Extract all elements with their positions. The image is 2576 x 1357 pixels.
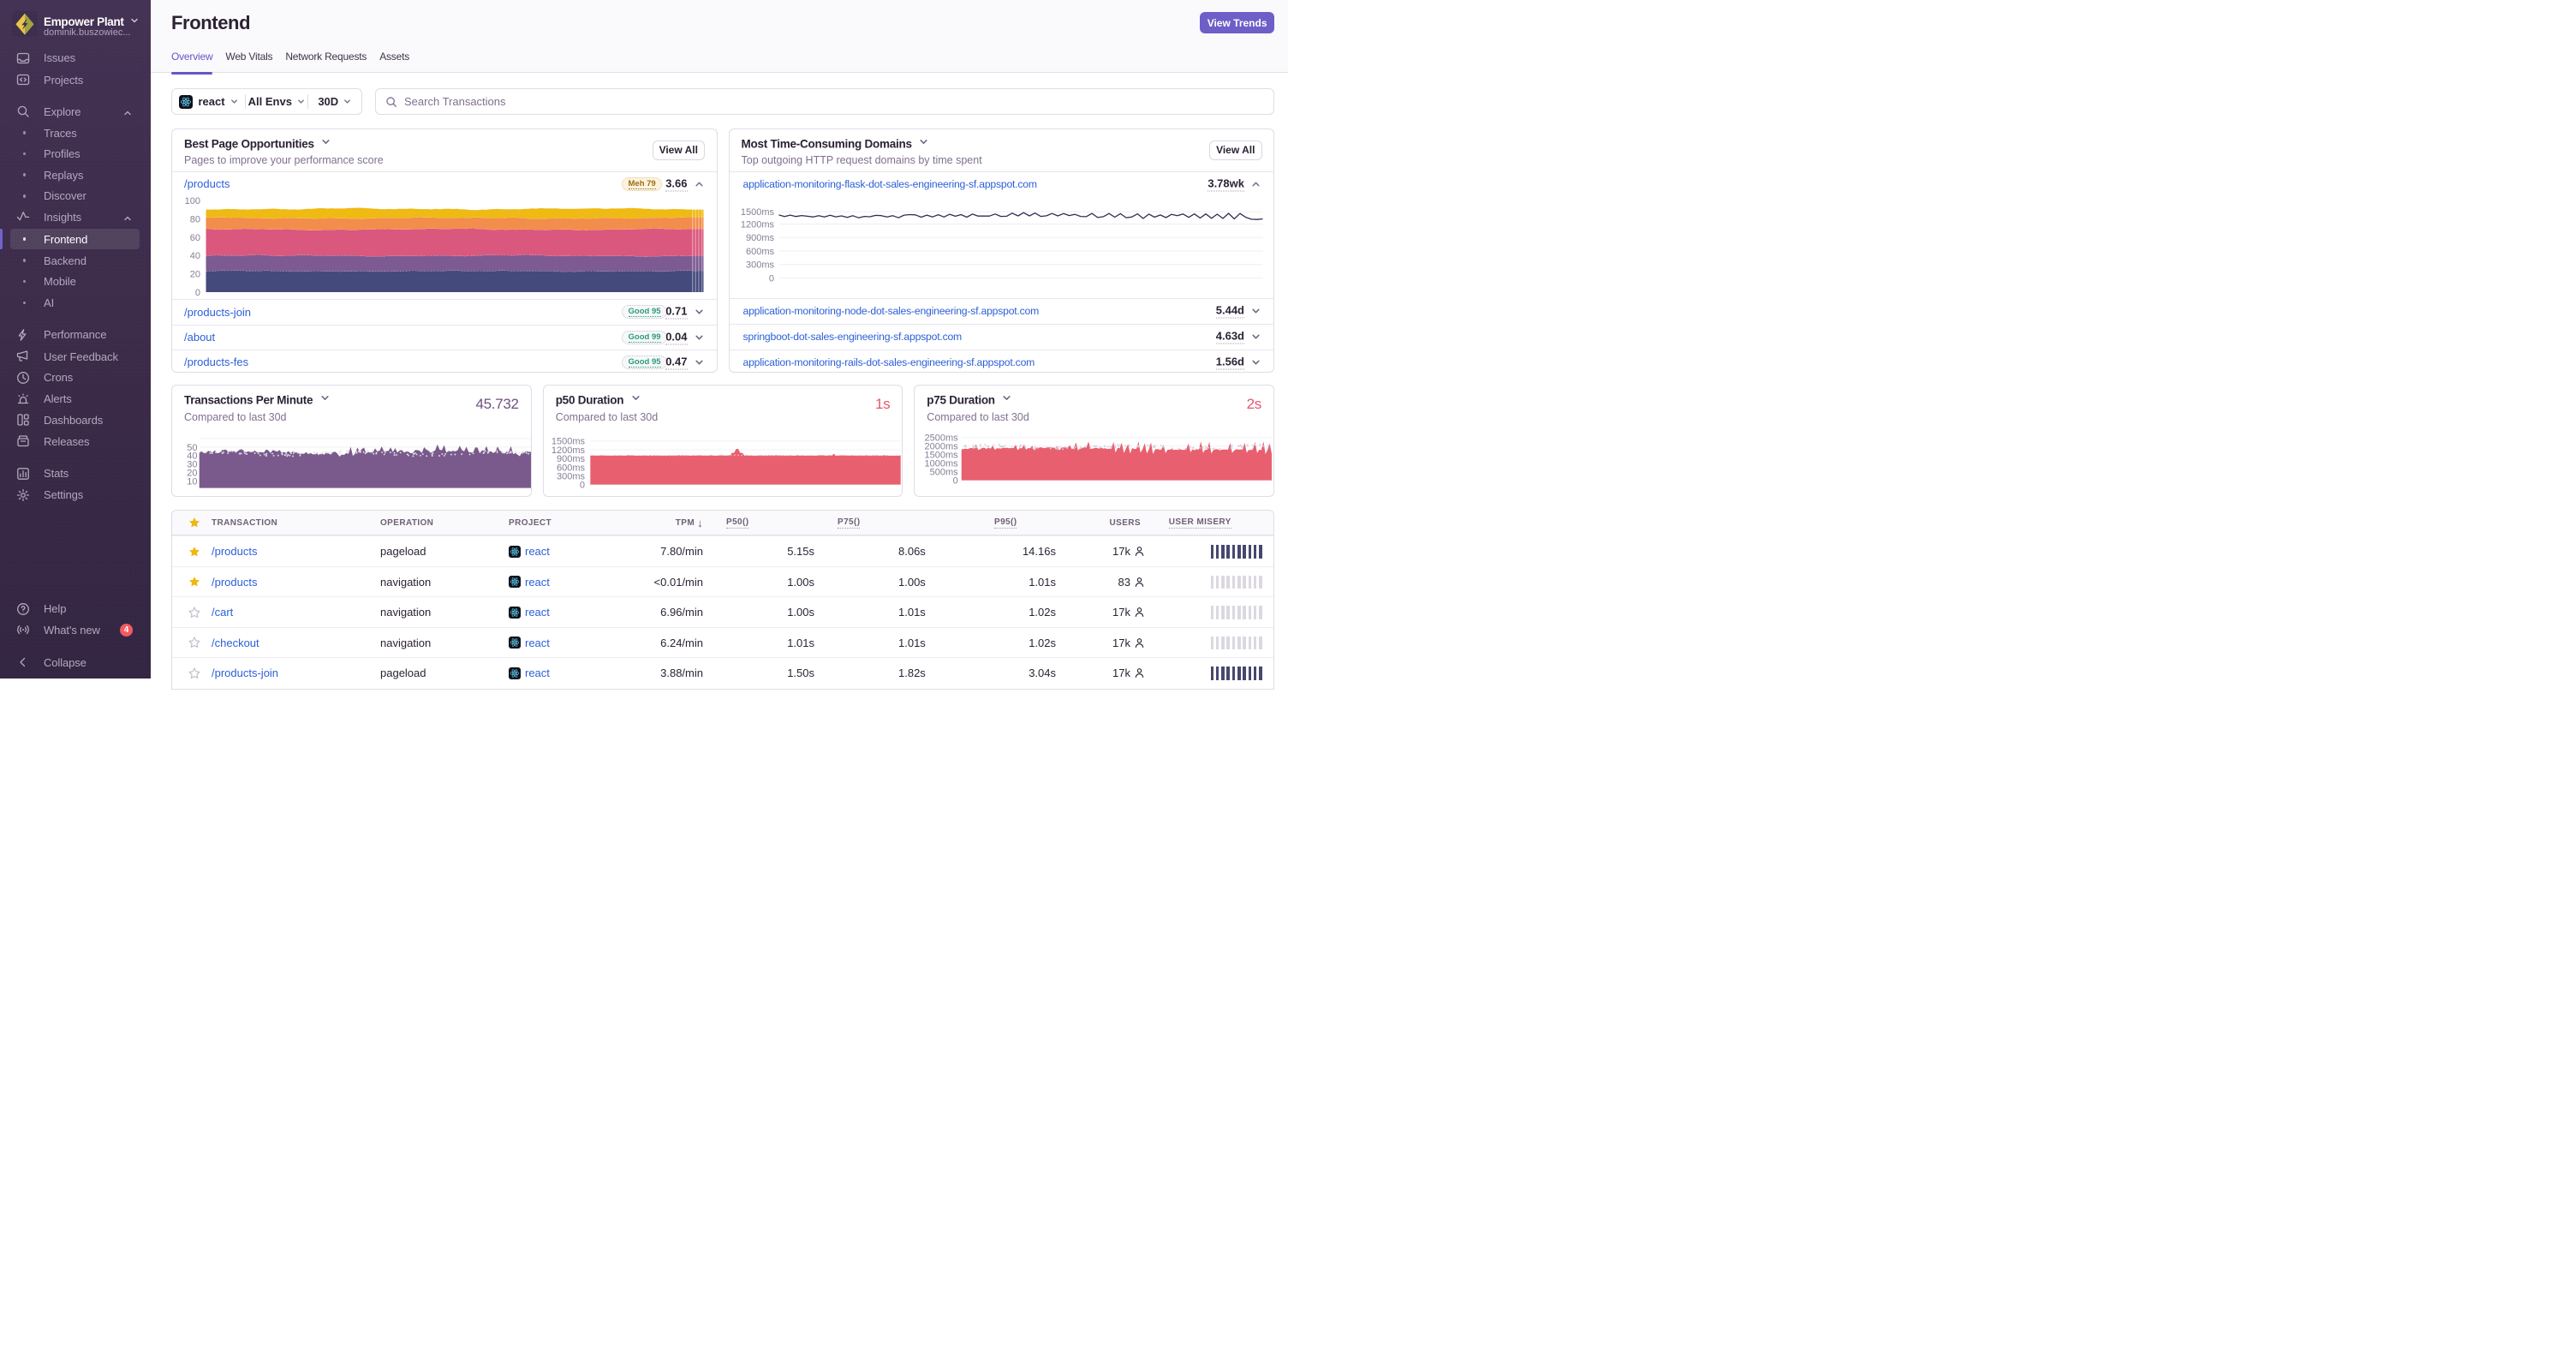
svg-text:0: 0 <box>768 273 773 284</box>
svg-text:10: 10 <box>187 477 197 487</box>
svg-text:1200ms: 1200ms <box>740 219 774 230</box>
svg-text:600ms: 600ms <box>745 246 774 256</box>
svg-text:1500ms: 1500ms <box>740 207 774 218</box>
svg-text:20: 20 <box>190 269 200 279</box>
svg-text:900ms: 900ms <box>745 233 774 243</box>
svg-text:100: 100 <box>185 196 200 206</box>
svg-text:80: 80 <box>190 214 200 224</box>
svg-text:60: 60 <box>190 232 200 242</box>
svg-text:300ms: 300ms <box>745 260 774 270</box>
svg-text:40: 40 <box>190 251 200 261</box>
svg-text:0: 0 <box>195 287 200 297</box>
svg-text:0: 0 <box>953 475 958 486</box>
svg-text:0: 0 <box>580 480 585 490</box>
